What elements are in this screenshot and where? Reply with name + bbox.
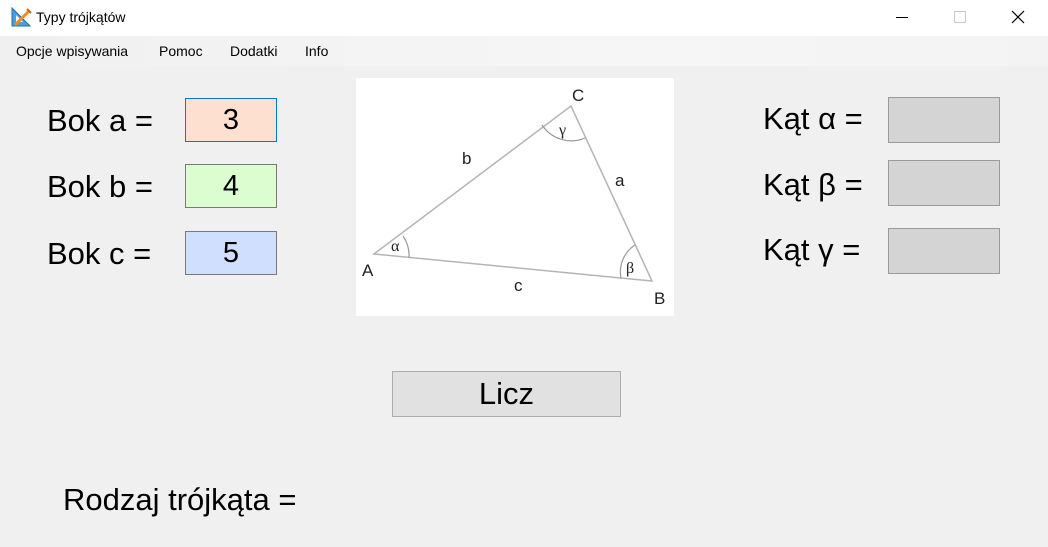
triangle-ruler-app-icon [11,6,32,27]
vertex-a-label: A [362,261,374,280]
side-c-label: Bok c = [47,236,152,271]
menu-opcje-wpisywania[interactable]: Opcje wpisywania [16,43,128,59]
angle-alpha-output[interactable] [888,97,1000,143]
side-b-input[interactable]: 4 [185,164,277,208]
triangle-shape [372,104,654,282]
angle-alpha-label: Kąt α = [763,101,863,136]
gamma-diagram-label: γ [558,122,566,139]
menu-info[interactable]: Info [305,43,328,59]
beta-diagram-label: β [626,260,634,277]
angle-gamma-output[interactable] [888,228,1000,274]
side-c-input[interactable]: 5 [185,231,277,275]
calculate-button[interactable]: Licz [392,371,621,417]
menu-bar: Opcje wpisywania Pomoc Dodatki Info [0,36,1048,66]
close-button[interactable] [989,0,1047,34]
angle-gamma-label: Kąt γ = [763,232,861,267]
vertex-b-label: B [654,289,665,308]
alpha-diagram-label: α [391,238,400,255]
side-a-label: Bok a = [47,103,153,138]
angle-beta-output[interactable] [888,160,1000,206]
window-title: Typy trójkątów [36,9,126,25]
angle-alpha-arc [402,235,410,259]
side-b-label: Bok b = [47,169,153,204]
side-a-diagram-label: a [615,171,625,190]
triangle-type-label: Rodzaj trójkąta = [63,482,297,517]
maximize-icon [954,11,966,23]
triangle-diagram: A B C a b c α β γ [356,78,674,316]
minimize-icon [896,17,908,18]
side-b-diagram-label: b [462,149,471,168]
close-icon [1011,10,1025,24]
side-c-diagram-label: c [514,276,523,295]
title-bar: Typy trójkątów [0,0,1048,36]
minimize-button[interactable] [873,0,931,34]
maximize-button[interactable] [931,0,989,34]
menu-dodatki[interactable]: Dodatki [230,43,277,59]
menu-pomoc[interactable]: Pomoc [159,43,203,59]
side-a-input[interactable]: 3 [185,98,277,142]
vertex-c-label: C [572,86,584,105]
angle-beta-label: Kąt β = [763,167,863,202]
